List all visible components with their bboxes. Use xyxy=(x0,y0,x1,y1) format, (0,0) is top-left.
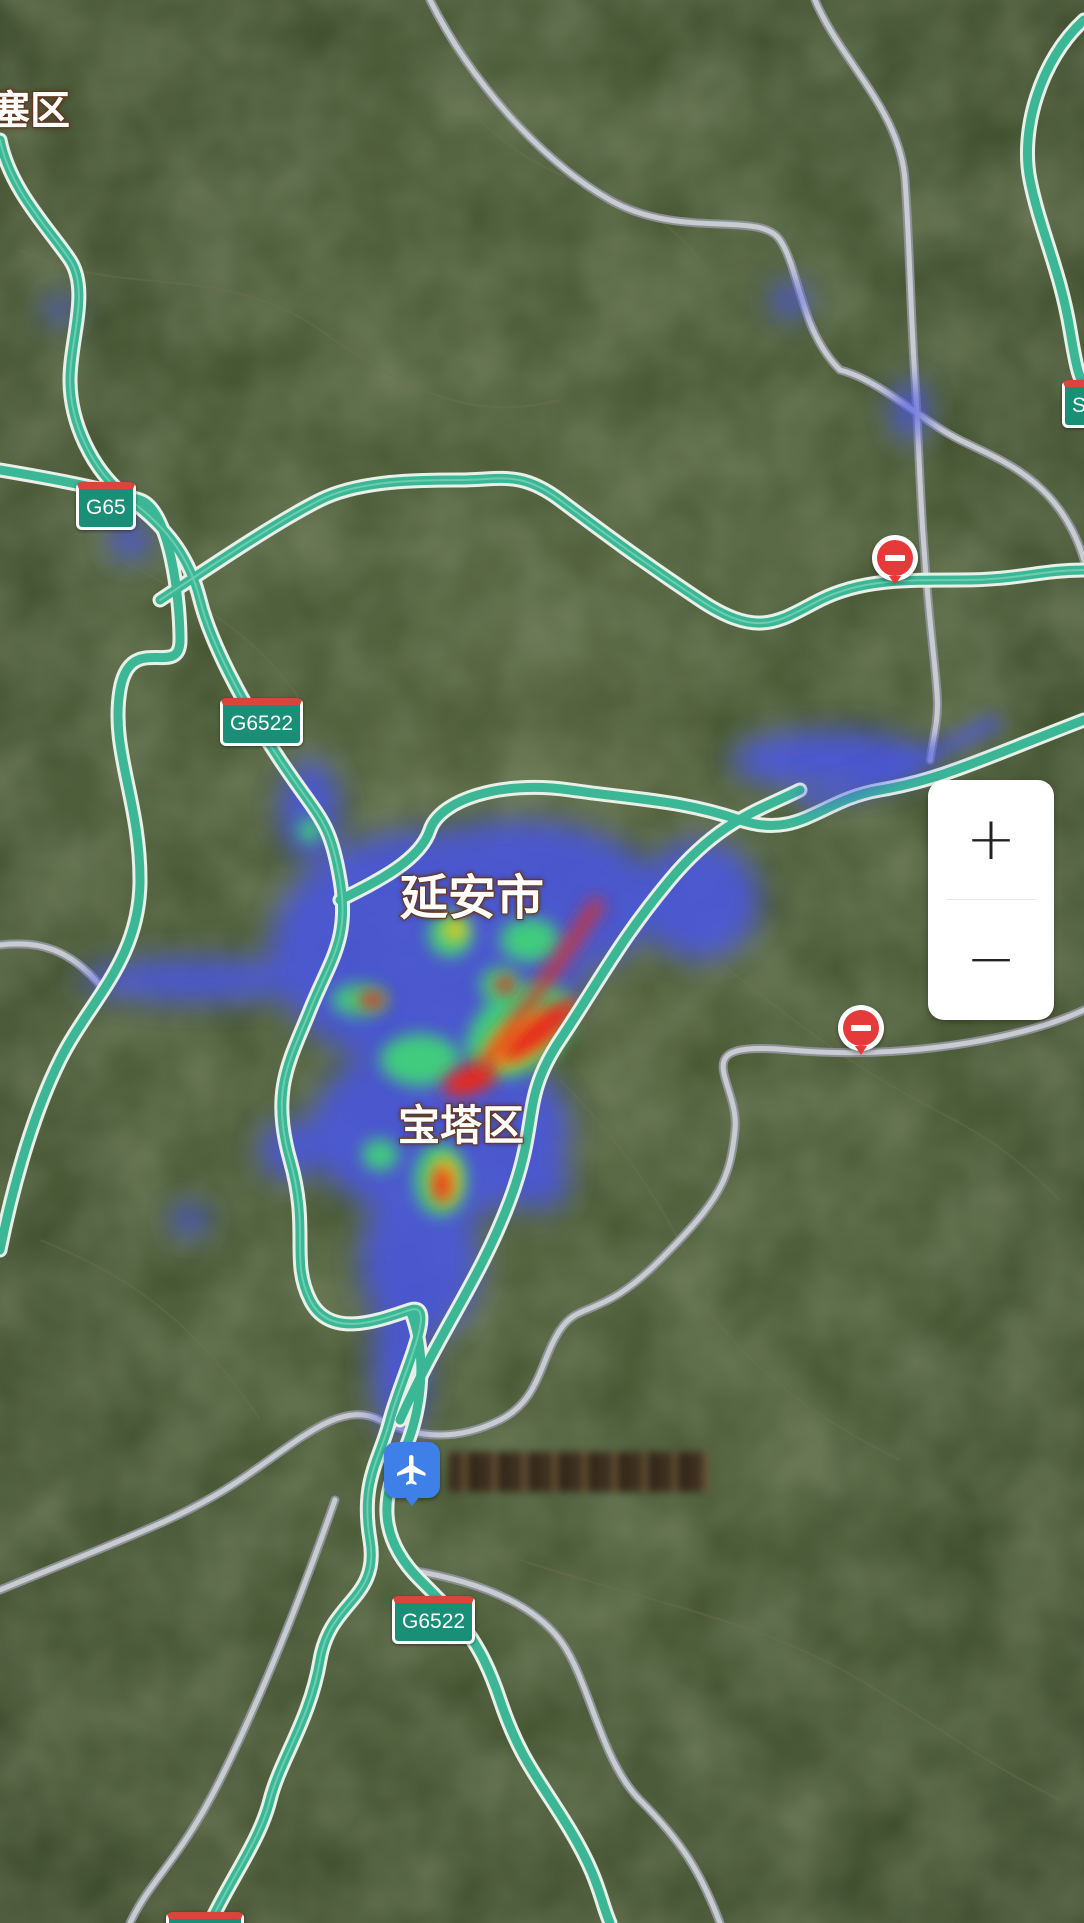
route-shield-g6522-south: G6522 xyxy=(392,1596,476,1644)
zoom-control: + − xyxy=(928,780,1054,1020)
route-shield-g6522-north: G6522 xyxy=(220,698,304,746)
city-label: 延安市 xyxy=(399,869,545,927)
zoom-out-button[interactable]: − xyxy=(928,900,1054,1020)
district-label: 宝塔区 xyxy=(397,1100,525,1151)
route-shield-g65: G65 xyxy=(76,482,136,530)
no-entry-icon[interactable] xyxy=(872,535,918,585)
district-label-partial: 塞区 xyxy=(0,87,71,135)
map-viewport[interactable]: 塞区 延安市 宝塔区 G65 G6522 G6522 S + − xyxy=(0,0,1084,1923)
route-shield-s-partial: S xyxy=(1062,380,1084,428)
airplane-glyph xyxy=(397,1455,426,1485)
no-entry-icon[interactable] xyxy=(838,1005,884,1055)
airplane-icon[interactable] xyxy=(384,1442,440,1506)
airport-name-redacted xyxy=(448,1452,708,1492)
map-canvas[interactable] xyxy=(0,0,1084,1923)
zoom-in-button[interactable]: + xyxy=(928,780,1054,900)
route-shield-bottom-partial xyxy=(166,1912,244,1923)
